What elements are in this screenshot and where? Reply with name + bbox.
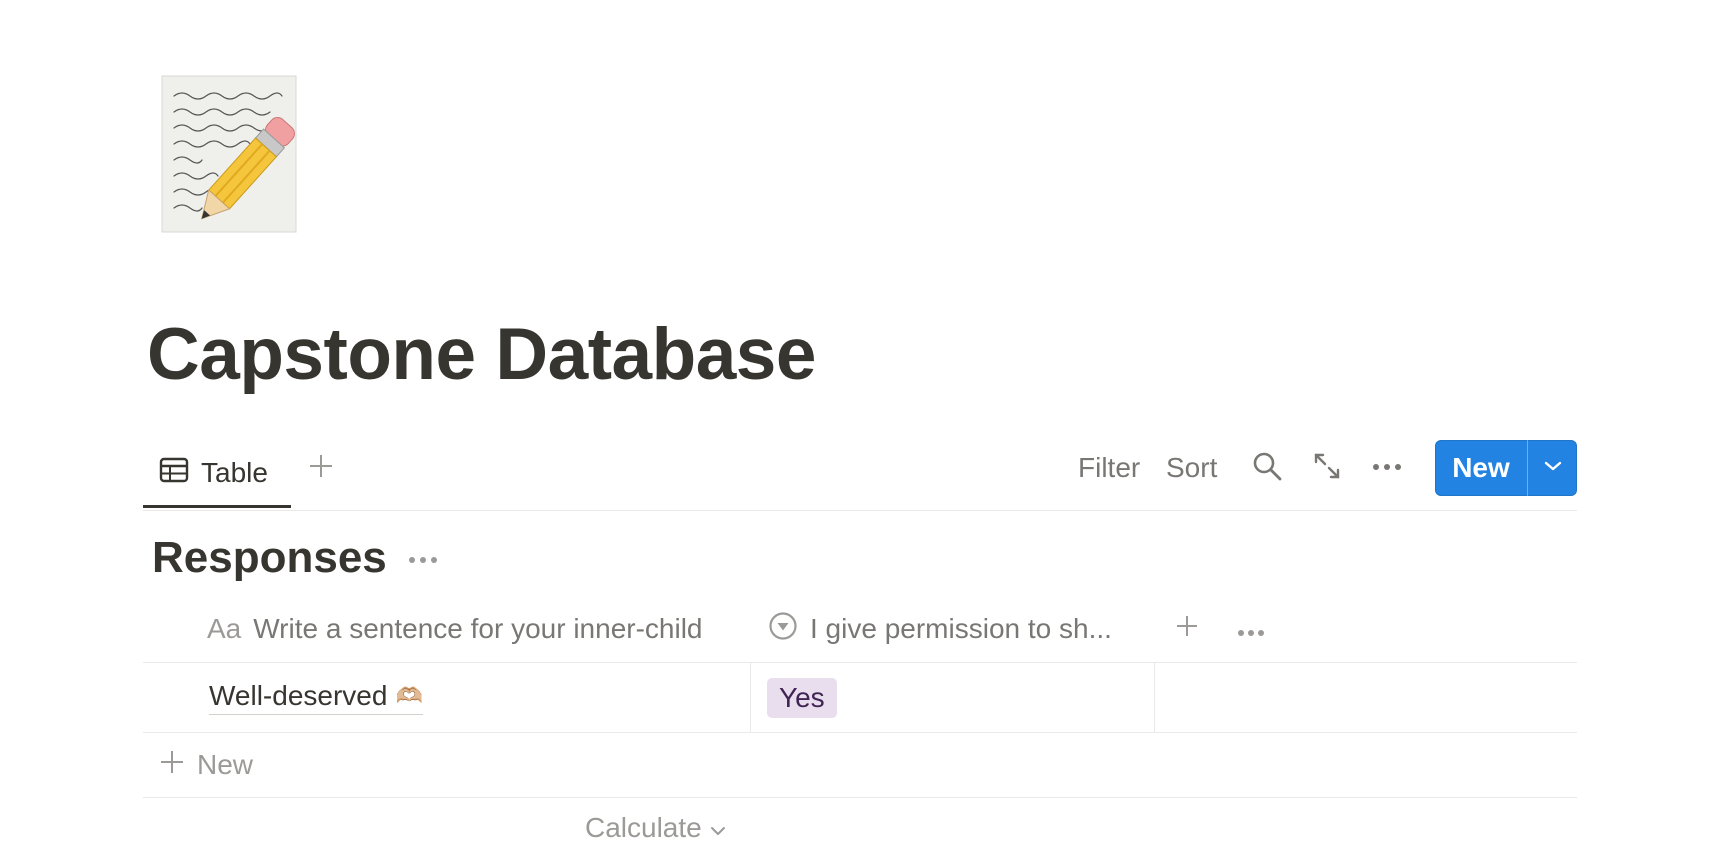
row-title-link[interactable]: Well-deserved 🫶🏼 — [209, 680, 423, 715]
more-icon — [1372, 459, 1402, 477]
chevron-down-icon — [1544, 459, 1562, 477]
plus-icon — [308, 453, 334, 484]
expand-icon — [1313, 452, 1341, 485]
new-dropdown-button[interactable] — [1527, 440, 1577, 496]
database-table: Aa Write a sentence for your inner-child… — [143, 596, 1577, 862]
column-header-permission[interactable]: I give permission to sh... — [768, 596, 1112, 662]
heart-hands-emoji: 🫶🏼 — [395, 683, 423, 708]
table-header-row: Aa Write a sentence for your inner-child… — [143, 596, 1577, 663]
select-tag-yes: Yes — [767, 677, 837, 718]
column-header-label: I give permission to sh... — [810, 613, 1112, 644]
more-icon — [1237, 613, 1265, 645]
new-button[interactable]: New — [1435, 440, 1527, 496]
add-row-label: New — [197, 749, 254, 780]
view-more-button[interactable] — [1367, 448, 1407, 488]
calculate-button[interactable]: Calculate — [585, 812, 726, 844]
page: Capstone Database Table Filter Sort New … — [0, 0, 1712, 868]
chevron-down-icon — [710, 812, 726, 844]
name-cell[interactable]: Well-deserved 🫶🏼 — [209, 663, 423, 732]
column-header-label: Write a sentence for your inner-child — [253, 613, 703, 644]
column-divider — [1154, 663, 1155, 732]
tab-table[interactable]: Table — [143, 440, 291, 508]
database-title[interactable]: Responses — [152, 536, 387, 580]
page-title[interactable]: Capstone Database — [147, 318, 817, 391]
calculate-label: Calculate — [585, 812, 702, 843]
plus-icon — [159, 749, 185, 782]
tab-table-label: Table — [201, 456, 268, 488]
column-header-name[interactable]: Aa Write a sentence for your inner-child — [207, 596, 703, 662]
sort-button[interactable]: Sort — [1166, 452, 1217, 484]
more-icon — [408, 552, 438, 570]
permission-cell[interactable]: Yes — [767, 663, 837, 732]
add-view-button[interactable] — [303, 450, 339, 486]
search-icon — [1252, 451, 1282, 486]
select-icon — [768, 611, 798, 648]
calculation-row: Calculate — [143, 798, 1577, 862]
add-row-button[interactable]: New — [143, 733, 1577, 798]
notepad-with-pencil-icon[interactable] — [160, 74, 310, 234]
new-button-group: New — [1435, 440, 1577, 496]
search-button[interactable] — [1247, 448, 1287, 488]
database-more-button[interactable] — [403, 546, 443, 576]
add-column-button[interactable] — [1175, 596, 1199, 662]
filter-button[interactable]: Filter — [1078, 452, 1140, 484]
text-property-icon: Aa — [207, 613, 242, 644]
row-title: Well-deserved — [209, 680, 388, 711]
table-icon — [159, 457, 189, 488]
expand-button[interactable] — [1307, 448, 1347, 488]
plus-icon — [1175, 613, 1199, 645]
table-row[interactable]: Well-deserved 🫶🏼 Yes — [143, 663, 1577, 733]
view-bar: Table Filter Sort New — [143, 440, 1577, 511]
column-divider — [750, 663, 751, 732]
columns-more-button[interactable] — [1237, 596, 1265, 662]
